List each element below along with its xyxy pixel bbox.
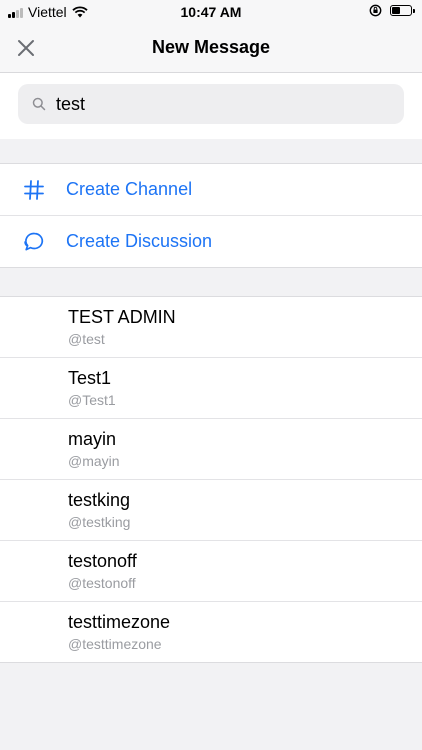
navigation-bar: New Message — [0, 24, 422, 73]
user-row[interactable]: testking @testking — [0, 479, 422, 540]
user-username: @testonoff — [68, 575, 136, 591]
section-gap — [0, 139, 422, 164]
user-username: @testtimezone — [68, 636, 162, 652]
user-name: testking — [68, 490, 131, 510]
user-username: @testking — [68, 514, 131, 530]
create-discussion-label: Create Discussion — [66, 231, 213, 251]
top-bar: Viettel 10:47 AM New Message — [0, 0, 422, 73]
status-right — [369, 4, 415, 17]
user-list: TEST ADMIN @test Test1 @Test1 mayin @may… — [0, 297, 422, 663]
actions-list: Create Channel Create Discussion — [0, 164, 422, 267]
battery-level — [392, 7, 400, 14]
search-box[interactable] — [18, 84, 404, 124]
hash-icon — [24, 179, 44, 200]
create-discussion-button[interactable]: Create Discussion — [0, 215, 422, 267]
user-name: TEST ADMIN — [68, 307, 176, 327]
status-bar: Viettel 10:47 AM — [0, 0, 422, 24]
create-channel-button[interactable]: Create Channel — [0, 164, 422, 215]
page-title: New Message — [151, 37, 271, 57]
user-name: testtimezone — [68, 612, 171, 632]
orientation-lock-icon — [369, 4, 382, 17]
user-name: Test1 — [68, 368, 112, 388]
user-row[interactable]: testonoff @testonoff — [0, 540, 422, 601]
create-channel-label: Create Channel — [66, 179, 193, 199]
search-input[interactable] — [54, 92, 358, 116]
search-icon — [32, 97, 46, 111]
battery-icon — [390, 5, 415, 16]
discussion-icon — [24, 232, 44, 250]
user-row[interactable]: testtimezone @testtimezone — [0, 601, 422, 662]
user-name: mayin — [68, 429, 117, 449]
user-name: testonoff — [68, 551, 137, 571]
user-username: @test — [68, 331, 105, 347]
user-username: @mayin — [68, 453, 120, 469]
search-section — [0, 73, 422, 139]
user-row[interactable]: TEST ADMIN @test — [0, 297, 422, 357]
user-row[interactable]: mayin @mayin — [0, 418, 422, 479]
section-gap — [0, 267, 422, 297]
status-time: 10:47 AM — [180, 4, 242, 20]
user-row[interactable]: Test1 @Test1 — [0, 357, 422, 418]
user-username: @Test1 — [68, 392, 116, 408]
